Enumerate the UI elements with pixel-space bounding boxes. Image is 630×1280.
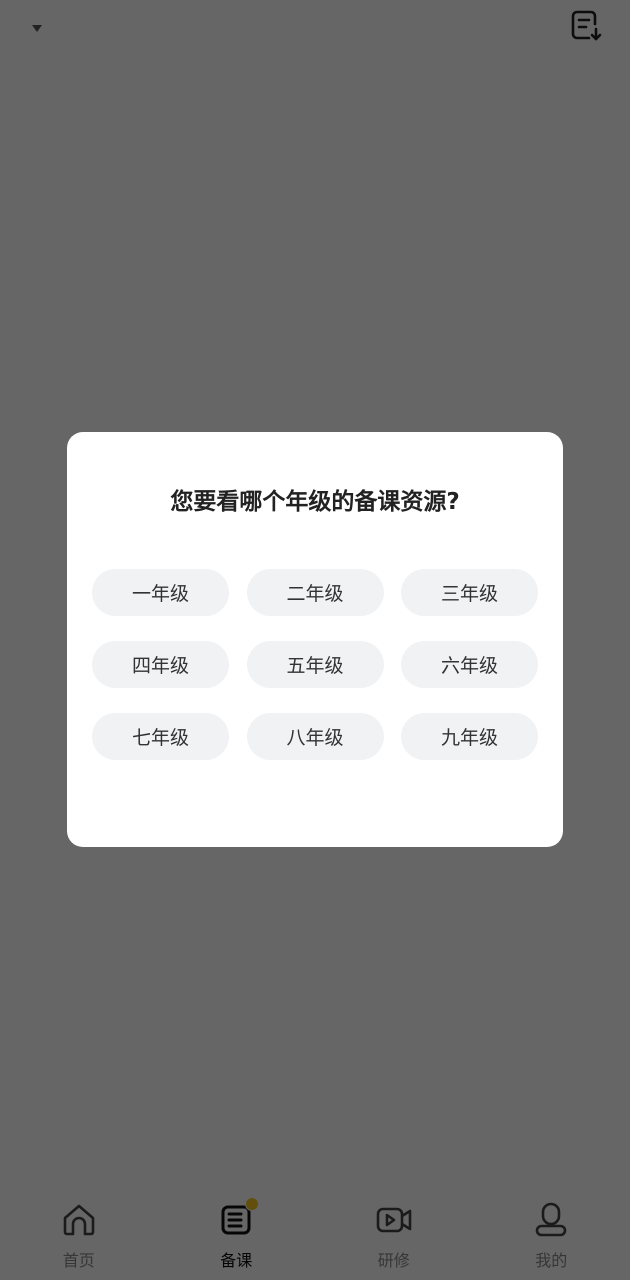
grade-button-9[interactable]: 九年级 — [401, 713, 538, 760]
grade-button-2[interactable]: 二年级 — [246, 569, 384, 616]
grade-button-6[interactable]: 六年级 — [401, 641, 538, 688]
grade-button-5[interactable]: 五年级 — [246, 641, 384, 688]
dialog-title: 您要看哪个年级的备课资源? — [170, 489, 460, 515]
grade-select-dialog: 您要看哪个年级的备课资源? 一年级 二年级 三年级 四年级 五年级 六年级 七年… — [67, 432, 563, 847]
grade-button-8[interactable]: 八年级 — [246, 713, 384, 760]
grade-button-7[interactable]: 七年级 — [92, 713, 229, 760]
grade-button-4[interactable]: 四年级 — [92, 641, 229, 688]
grade-grid: 一年级 二年级 三年级 四年级 五年级 六年级 七年级 八年级 九年级 — [92, 569, 538, 760]
grade-button-1[interactable]: 一年级 — [92, 569, 229, 616]
grade-button-3[interactable]: 三年级 — [401, 569, 538, 616]
